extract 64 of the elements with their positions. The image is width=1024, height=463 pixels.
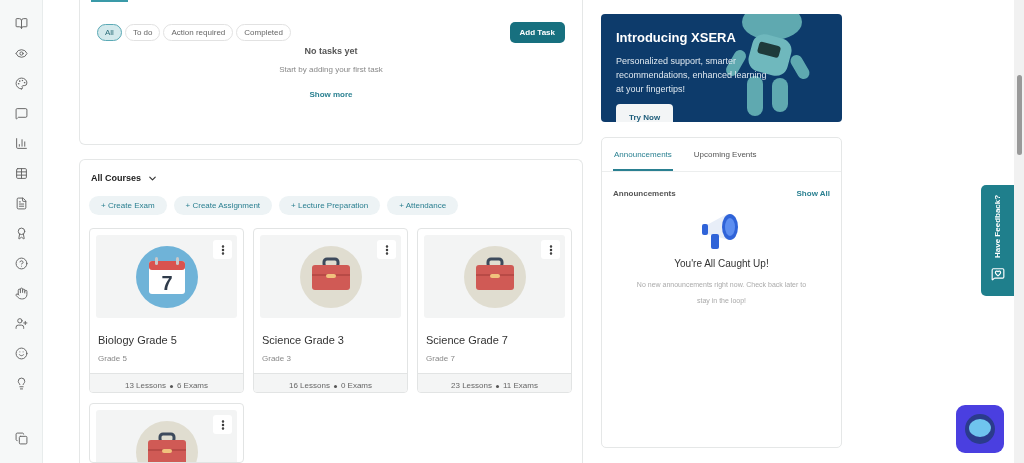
chat-icon[interactable] (14, 107, 28, 120)
dot-separator (495, 384, 499, 388)
palette-icon[interactable] (14, 77, 28, 90)
more-button[interactable] (377, 240, 396, 259)
add-user-icon[interactable] (14, 317, 28, 330)
panel-tab[interactable]: Announcements (613, 138, 673, 171)
filter-chip[interactable]: To do (124, 24, 161, 41)
show-all-link[interactable]: Show All (796, 188, 830, 200)
quick-action-button[interactable]: + Create Exam (89, 196, 167, 215)
course-grade: Grade 5 (98, 352, 128, 365)
lessons-count: 16 Lessons (288, 380, 330, 392)
copy-icon[interactable] (14, 432, 28, 445)
bot-face-icon (964, 413, 996, 445)
lessons-count: 13 Lessons (124, 380, 166, 392)
course-card[interactable]: Science Grade 7 Grade 7 23 Lessons 11 Exams (417, 228, 572, 393)
hand-icon[interactable] (14, 287, 28, 300)
announcements-heading: Announcements (613, 188, 676, 200)
document-icon[interactable] (14, 197, 28, 210)
banner-title: Introducing XSERA (616, 29, 737, 47)
banner-text: Personalized support, smarter recommendations, enhanced learning at your fingertips! (616, 54, 768, 96)
filter-chip[interactable]: All (97, 24, 122, 41)
dot-separator (333, 384, 337, 388)
caught-up-title: You're All Caught Up! (674, 257, 769, 271)
active-tab-indicator (91, 0, 128, 2)
bar-chart-icon[interactable] (14, 137, 28, 150)
panel-tab[interactable]: Upcoming Events (692, 138, 758, 171)
try-now-button[interactable]: Try Now (616, 103, 674, 122)
smile-icon[interactable] (14, 347, 28, 360)
calendar-icon: 7 (135, 245, 198, 308)
courses-title: All Courses (91, 171, 141, 185)
show-more-link[interactable]: Show more (309, 88, 353, 101)
toolbox-icon (463, 245, 526, 308)
toolbox-icon (299, 245, 362, 308)
course-title: Science Grade 3 (262, 333, 345, 348)
filter-chip[interactable]: Completed (236, 24, 291, 41)
dot-separator (169, 384, 173, 388)
exams-count: 6 Exams (176, 380, 208, 392)
book-icon[interactable] (14, 17, 28, 30)
lessons-count: 23 Lessons (451, 380, 492, 392)
exams-count: 11 Exams (502, 380, 538, 392)
course-card[interactable]: Science Grade 3 Grade 3 16 Lessons 0 Exams (253, 228, 408, 393)
table-icon[interactable] (14, 167, 28, 180)
course-title: Science Grade 7 (426, 333, 509, 348)
empty-text: Start by adding your first task (279, 63, 383, 76)
add-task-button[interactable]: Add Task (509, 22, 565, 43)
assistant-bot-button[interactable] (956, 405, 1004, 453)
filter-chip[interactable]: Action required (163, 24, 234, 41)
more-button[interactable] (541, 240, 560, 259)
empty-title: No tasks yet (304, 45, 358, 58)
course-card[interactable] (89, 403, 244, 463)
more-button[interactable] (213, 240, 232, 259)
more-button[interactable] (213, 415, 232, 434)
quick-action-button[interactable]: + Lecture Preparation (279, 196, 381, 215)
quick-action-button[interactable]: + Create Assignment (173, 196, 273, 215)
exams-count: 0 Exams (340, 380, 372, 392)
eye-icon[interactable] (14, 47, 28, 60)
feedback-icon (990, 267, 1005, 281)
course-grade: Grade 3 (262, 352, 292, 365)
help-icon[interactable] (14, 257, 28, 270)
feedback-tab[interactable]: Have Feedback? (981, 185, 1014, 296)
quick-action-button[interactable]: + Attendance (387, 196, 459, 215)
course-title: Biology Grade 5 (98, 333, 178, 348)
course-grade: Grade 7 (426, 352, 456, 365)
course-card[interactable]: 7 Biology Grade 5 Grade 5 13 Lessons 6 Exams (89, 228, 244, 393)
